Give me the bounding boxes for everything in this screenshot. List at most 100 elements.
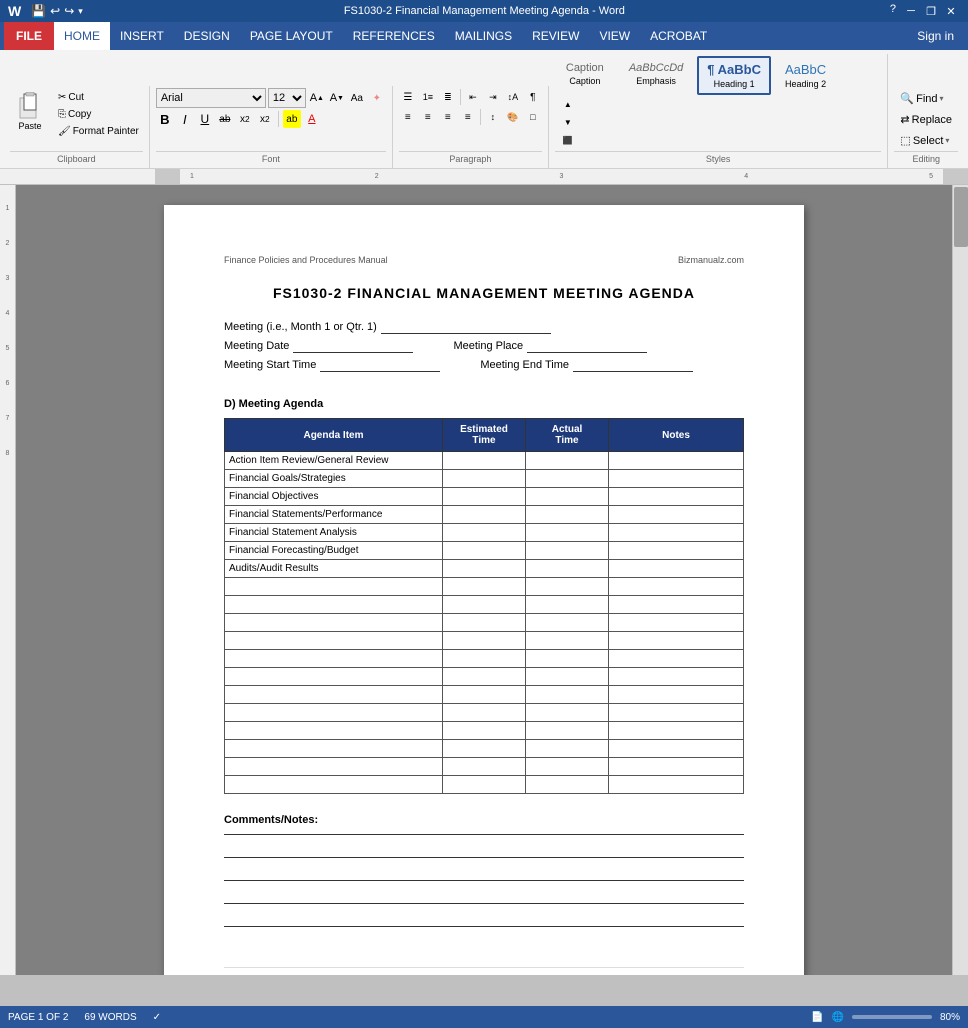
zoom-slider[interactable] [852, 1015, 932, 1019]
quick-access-save[interactable]: 💾 [31, 4, 46, 18]
table-cell-4-1[interactable] [442, 524, 525, 542]
table-cell-11-0[interactable] [225, 650, 443, 668]
paste-button[interactable]: Paste [10, 88, 50, 135]
table-cell-11-3[interactable] [609, 650, 744, 668]
minimize-button[interactable]: ─ [902, 3, 920, 19]
table-cell-1-2[interactable] [526, 470, 609, 488]
font-color-button[interactable]: A [303, 110, 321, 128]
decrease-indent-button[interactable]: ⇤ [464, 88, 482, 106]
table-cell-15-0[interactable] [225, 722, 443, 740]
increase-indent-button[interactable]: ⇥ [484, 88, 502, 106]
table-cell-4-3[interactable] [609, 524, 744, 542]
table-cell-7-2[interactable] [526, 578, 609, 596]
find-button[interactable]: 🔍 Find ▾ [894, 90, 958, 107]
font-name-select[interactable]: Arial [156, 88, 266, 108]
table-cell-3-2[interactable] [526, 506, 609, 524]
table-cell-16-1[interactable] [442, 740, 525, 758]
table-cell-3-0[interactable]: Financial Statements/Performance [225, 506, 443, 524]
table-cell-8-3[interactable] [609, 596, 744, 614]
format-painter-button[interactable]: 🖌 Format Painter [54, 124, 143, 139]
style-caption[interactable]: Caption Caption [555, 56, 615, 95]
grow-font-button[interactable]: A▲ [308, 89, 326, 107]
table-cell-10-3[interactable] [609, 632, 744, 650]
underline-button[interactable]: U [196, 110, 214, 128]
scroll-thumb[interactable] [954, 187, 968, 247]
table-cell-7-3[interactable] [609, 578, 744, 596]
table-cell-5-3[interactable] [609, 542, 744, 560]
table-cell-11-1[interactable] [442, 650, 525, 668]
table-cell-0-1[interactable] [442, 452, 525, 470]
meeting-name-field[interactable] [381, 321, 551, 334]
select-button[interactable]: ⬚ Select ▾ [894, 132, 958, 149]
style-heading1[interactable]: ¶ AaBbC Heading 1 [697, 56, 771, 95]
table-cell-1-0[interactable]: Financial Goals/Strategies [225, 470, 443, 488]
table-cell-10-0[interactable] [225, 632, 443, 650]
justify-button[interactable]: ≡ [459, 108, 477, 126]
table-cell-17-3[interactable] [609, 758, 744, 776]
table-cell-6-1[interactable] [442, 560, 525, 578]
subscript-button[interactable]: x2 [236, 110, 254, 128]
tab-home[interactable]: HOME [54, 22, 110, 50]
bullets-button[interactable]: ☰ [399, 88, 417, 106]
table-cell-2-2[interactable] [526, 488, 609, 506]
end-time-field[interactable] [573, 359, 693, 372]
tab-design[interactable]: DESIGN [174, 22, 240, 50]
table-cell-6-3[interactable] [609, 560, 744, 578]
table-cell-9-2[interactable] [526, 614, 609, 632]
table-cell-9-3[interactable] [609, 614, 744, 632]
styles-scroll-down[interactable]: ▼ [559, 113, 577, 131]
table-cell-8-0[interactable] [225, 596, 443, 614]
table-cell-10-1[interactable] [442, 632, 525, 650]
table-cell-4-2[interactable] [526, 524, 609, 542]
tab-mailings[interactable]: MAILINGS [445, 22, 522, 50]
close-button[interactable]: ✕ [942, 3, 960, 19]
align-left-button[interactable]: ≡ [399, 108, 417, 126]
change-case-button[interactable]: Aa [348, 89, 366, 107]
table-cell-14-2[interactable] [526, 704, 609, 722]
table-cell-18-0[interactable] [225, 776, 443, 794]
superscript-button[interactable]: x2 [256, 110, 274, 128]
table-cell-18-3[interactable] [609, 776, 744, 794]
style-emphasis[interactable]: AaBbCcDd Emphasis [619, 56, 693, 95]
font-size-select[interactable]: 12 [268, 88, 306, 108]
table-cell-8-1[interactable] [442, 596, 525, 614]
restore-button[interactable]: ❐ [922, 3, 940, 19]
vertical-scrollbar[interactable] [952, 185, 968, 975]
clear-format-button[interactable]: ✦ [368, 89, 386, 107]
document-page[interactable]: Finance Policies and Procedures Manual B… [164, 205, 804, 975]
style-heading2[interactable]: AaBbC Heading 2 [775, 56, 836, 95]
document-canvas[interactable]: Finance Policies and Procedures Manual B… [16, 185, 952, 975]
table-cell-16-0[interactable] [225, 740, 443, 758]
quick-access-undo[interactable]: ↩ [50, 4, 60, 18]
table-cell-5-1[interactable] [442, 542, 525, 560]
shrink-font-button[interactable]: A▼ [328, 89, 346, 107]
table-cell-17-2[interactable] [526, 758, 609, 776]
table-cell-0-3[interactable] [609, 452, 744, 470]
tab-references[interactable]: REFERENCES [343, 22, 445, 50]
start-time-field[interactable] [320, 359, 440, 372]
view-print-icon[interactable]: 📄 [811, 1012, 823, 1023]
table-cell-1-1[interactable] [442, 470, 525, 488]
styles-scroll-up[interactable]: ▲ [559, 95, 577, 113]
table-cell-18-1[interactable] [442, 776, 525, 794]
italic-button[interactable]: I [176, 110, 194, 128]
table-cell-0-0[interactable]: Action Item Review/General Review [225, 452, 443, 470]
table-cell-2-3[interactable] [609, 488, 744, 506]
sign-in-link[interactable]: Sign in [907, 29, 964, 43]
strikethrough-button[interactable]: ab [216, 110, 234, 128]
table-cell-16-3[interactable] [609, 740, 744, 758]
table-cell-3-1[interactable] [442, 506, 525, 524]
table-cell-14-0[interactable] [225, 704, 443, 722]
table-cell-10-2[interactable] [526, 632, 609, 650]
styles-more[interactable]: ⬛ [559, 131, 577, 149]
tab-page-layout[interactable]: PAGE LAYOUT [240, 22, 343, 50]
table-cell-12-3[interactable] [609, 668, 744, 686]
shading-button[interactable]: 🎨 [504, 108, 522, 126]
table-cell-13-2[interactable] [526, 686, 609, 704]
table-cell-2-0[interactable]: Financial Objectives [225, 488, 443, 506]
sort-button[interactable]: ↕A [504, 88, 522, 106]
table-cell-5-2[interactable] [526, 542, 609, 560]
table-cell-6-2[interactable] [526, 560, 609, 578]
file-menu[interactable]: FILE [4, 22, 54, 50]
table-cell-7-0[interactable] [225, 578, 443, 596]
